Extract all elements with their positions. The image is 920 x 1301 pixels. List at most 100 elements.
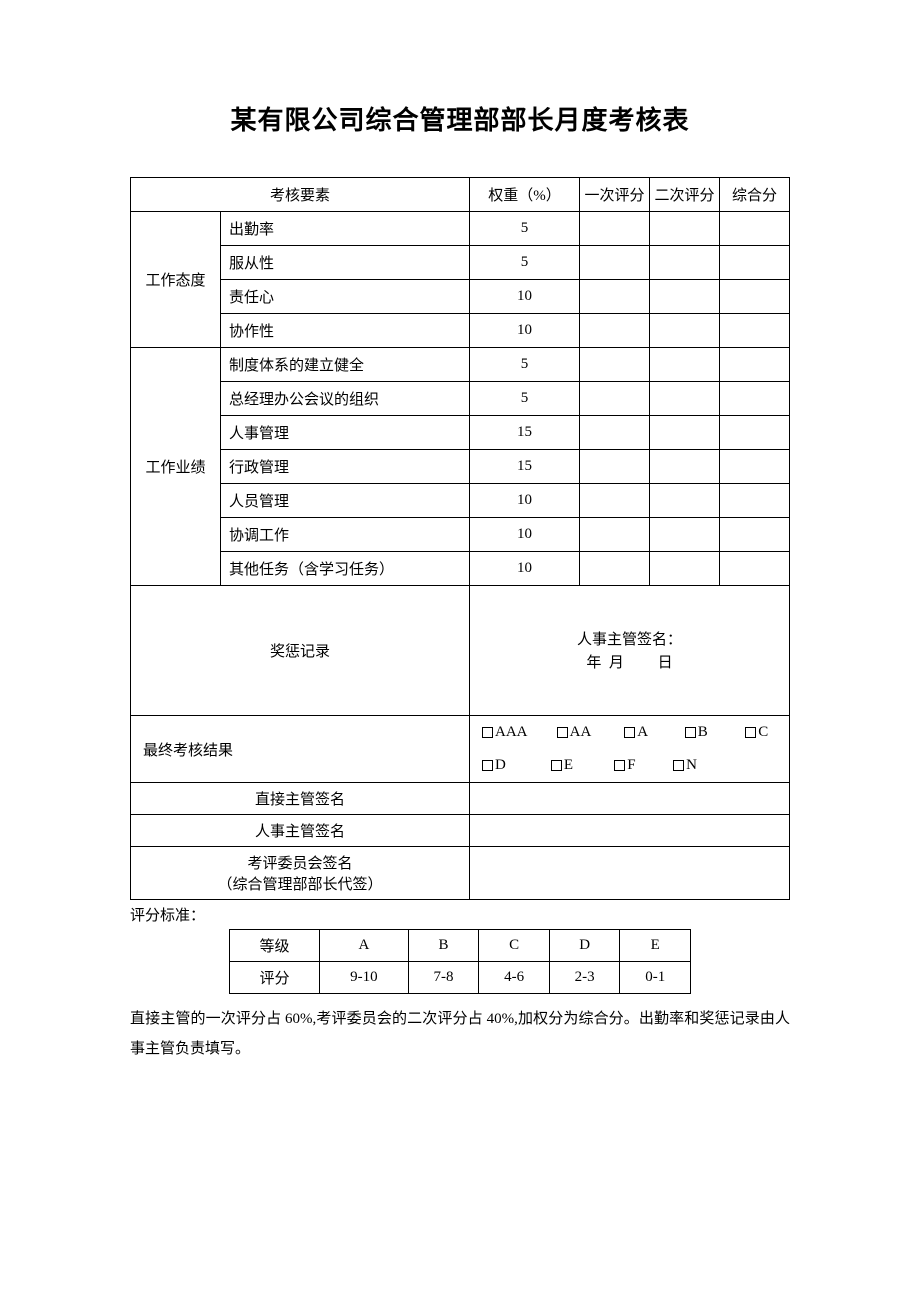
- date-year-label: 年: [586, 655, 601, 671]
- total-cell: [720, 280, 790, 314]
- description-text: 直接主管的一次评分占 60%,考评委员会的二次评分占 40%,加权分为综合分。出…: [130, 1004, 790, 1064]
- opt-e: E: [564, 757, 573, 773]
- hr-sig-cell: [470, 815, 790, 847]
- opt-a: A: [637, 724, 647, 740]
- total-cell: [720, 348, 790, 382]
- score1-cell: [580, 382, 650, 416]
- opt-n: N: [686, 757, 697, 773]
- scoring-note-label: 评分标准：: [130, 904, 790, 925]
- score-range: 2-3: [549, 962, 620, 994]
- score-range: 4-6: [479, 962, 550, 994]
- total-cell: [720, 382, 790, 416]
- grade-col: E: [620, 930, 691, 962]
- grade-col: A: [320, 930, 409, 962]
- grade-col: C: [479, 930, 550, 962]
- score1-cell: [580, 416, 650, 450]
- item-label: 人事管理: [221, 416, 470, 450]
- item-weight: 10: [470, 280, 580, 314]
- score1-cell: [580, 212, 650, 246]
- score-header: 评分: [230, 962, 320, 994]
- score2-cell: [650, 484, 720, 518]
- score2-cell: [650, 450, 720, 484]
- checkbox-icon: [482, 727, 493, 738]
- checkbox-icon: [557, 727, 568, 738]
- committee-sig-label: 考评委员会签名 （综合管理部部长代签）: [131, 847, 470, 900]
- score1-cell: [580, 484, 650, 518]
- score2-cell: [650, 280, 720, 314]
- item-weight: 5: [470, 212, 580, 246]
- category-attitude: 工作态度: [131, 212, 221, 348]
- score1-cell: [580, 280, 650, 314]
- page-title: 某有限公司综合管理部部长月度考核表: [130, 100, 790, 137]
- checkbox-icon: [673, 760, 684, 771]
- grade-table: 等级 A B C D E 评分 9-10 7-8 4-6 2-3 0-1: [229, 929, 691, 994]
- item-weight: 5: [470, 348, 580, 382]
- score2-cell: [650, 212, 720, 246]
- opt-aa: AA: [570, 724, 591, 740]
- checkbox-icon: [551, 760, 562, 771]
- total-cell: [720, 416, 790, 450]
- hr-sig-label: 人事主管签名: [131, 815, 470, 847]
- opt-f: F: [627, 757, 635, 773]
- score2-cell: [650, 518, 720, 552]
- result-label: 最终考核结果: [131, 716, 470, 783]
- score-range: 7-8: [408, 962, 479, 994]
- score1-cell: [580, 518, 650, 552]
- checkbox-icon: [482, 760, 493, 771]
- opt-b: B: [698, 724, 708, 740]
- item-weight: 10: [470, 552, 580, 586]
- category-performance: 工作业绩: [131, 348, 221, 586]
- opt-c: C: [758, 724, 768, 740]
- item-weight: 15: [470, 450, 580, 484]
- checkbox-icon: [624, 727, 635, 738]
- item-label: 服从性: [221, 246, 470, 280]
- date-day-label: 日: [658, 655, 673, 671]
- item-weight: 15: [470, 416, 580, 450]
- committee-sig-sub: （综合管理部部长代签）: [217, 877, 382, 893]
- item-label: 出勤率: [221, 212, 470, 246]
- checkbox-icon: [745, 727, 756, 738]
- total-cell: [720, 552, 790, 586]
- direct-sig-cell: [470, 783, 790, 815]
- item-weight: 10: [470, 314, 580, 348]
- header-elements: 考核要素: [131, 178, 470, 212]
- score-range: 0-1: [620, 962, 691, 994]
- result-row1: AAA AA A B C: [470, 716, 790, 750]
- opt-aaa: AAA: [495, 724, 527, 740]
- item-label: 协作性: [221, 314, 470, 348]
- hr-sig-label: 人事主管签名：: [577, 632, 682, 648]
- score1-cell: [580, 314, 650, 348]
- total-cell: [720, 212, 790, 246]
- item-label: 总经理办公会议的组织: [221, 382, 470, 416]
- score-range: 9-10: [320, 962, 409, 994]
- item-label: 协调工作: [221, 518, 470, 552]
- date-month-label: 月: [609, 655, 624, 671]
- total-cell: [720, 246, 790, 280]
- header-weight: 权重（%）: [470, 178, 580, 212]
- total-cell: [720, 450, 790, 484]
- item-label: 制度体系的建立健全: [221, 348, 470, 382]
- item-label: 人员管理: [221, 484, 470, 518]
- reward-content: 人事主管签名： 年 月 日: [470, 586, 790, 716]
- total-cell: [720, 518, 790, 552]
- result-row2: D E F N: [470, 749, 790, 783]
- header-score2: 二次评分: [650, 178, 720, 212]
- grade-col: B: [408, 930, 479, 962]
- header-total: 综合分: [720, 178, 790, 212]
- item-label: 其他任务（含学习任务）: [221, 552, 470, 586]
- header-score1: 一次评分: [580, 178, 650, 212]
- score2-cell: [650, 314, 720, 348]
- committee-sig-cell: [470, 847, 790, 900]
- checkbox-icon: [614, 760, 625, 771]
- score2-cell: [650, 246, 720, 280]
- item-weight: 5: [470, 246, 580, 280]
- score1-cell: [580, 450, 650, 484]
- item-label: 行政管理: [221, 450, 470, 484]
- direct-sig-label: 直接主管签名: [131, 783, 470, 815]
- score1-cell: [580, 348, 650, 382]
- committee-sig-text: 考评委员会签名: [247, 856, 352, 872]
- score2-cell: [650, 552, 720, 586]
- grade-col: D: [549, 930, 620, 962]
- item-weight: 10: [470, 484, 580, 518]
- score1-cell: [580, 246, 650, 280]
